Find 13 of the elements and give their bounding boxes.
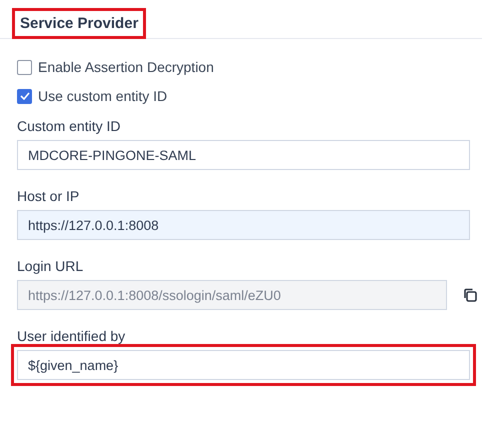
field-label: User identified by — [17, 328, 126, 344]
input-field[interactable]: https://127.0.0.1:8008 — [17, 210, 470, 240]
field-label: Host or IP — [17, 188, 80, 204]
input-field[interactable]: ${given_name} — [17, 350, 470, 380]
checkbox[interactable] — [17, 60, 32, 74]
field-label: Custom entity ID — [17, 118, 122, 134]
input-field[interactable]: MDCORE-PINGONE-SAML — [17, 140, 470, 170]
checkbox-label: Enable Assertion Decryption — [38, 59, 214, 75]
checkmark-icon — [20, 92, 30, 100]
checkbox[interactable] — [17, 88, 32, 104]
section-title: Service Provider — [12, 8, 146, 39]
field-label: Login URL — [17, 258, 84, 274]
checkbox-label: Use custom entity ID — [38, 88, 168, 104]
